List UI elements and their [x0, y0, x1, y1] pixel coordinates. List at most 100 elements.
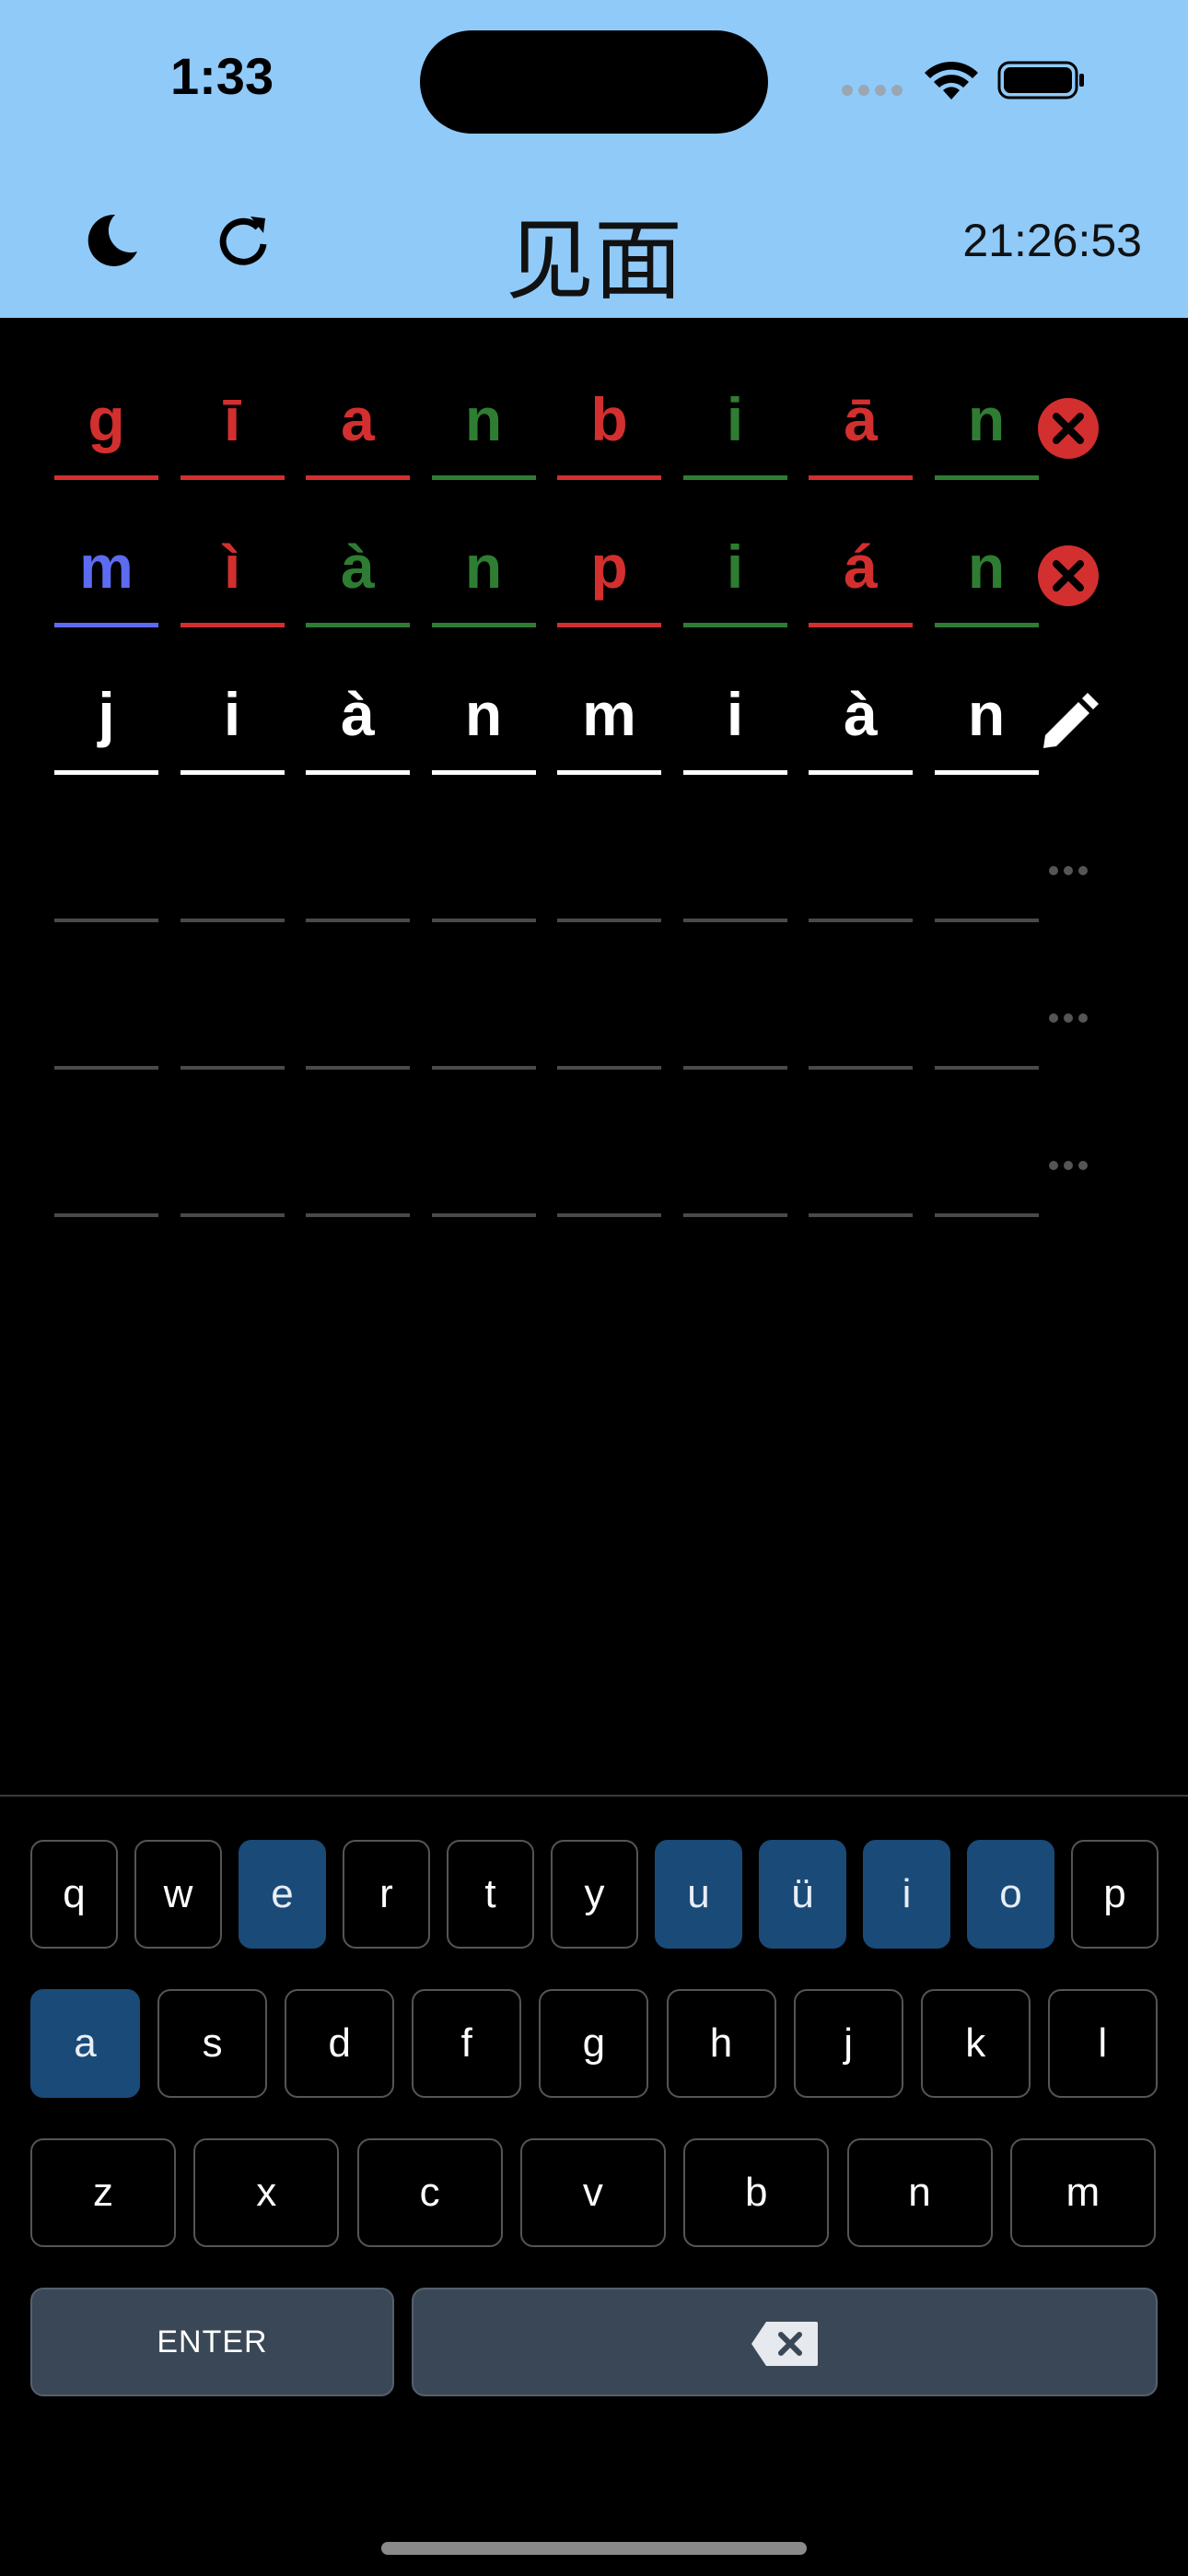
- key-f[interactable]: f: [412, 1989, 522, 2098]
- letter-cell: à: [306, 521, 410, 631]
- ellipsis-icon: [1029, 978, 1108, 1058]
- guess-row: [54, 815, 1141, 926]
- letter-cell: b: [557, 373, 661, 484]
- key-d[interactable]: d: [285, 1989, 395, 2098]
- letter-cell: [54, 1110, 158, 1221]
- letter-underline: [682, 1066, 787, 1070]
- guess-row: [54, 963, 1141, 1073]
- letter-underline: [809, 919, 913, 922]
- letter-underline: [431, 623, 536, 627]
- letter-underline: [557, 919, 661, 922]
- key-ü[interactable]: ü: [759, 1840, 846, 1949]
- key-t[interactable]: t: [447, 1840, 534, 1949]
- letter-cell: p: [557, 521, 661, 631]
- letter-text: g: [87, 385, 125, 453]
- letter-cell: [682, 963, 787, 1073]
- letter-cell: i: [682, 668, 787, 779]
- key-z[interactable]: z: [30, 2138, 176, 2247]
- letter-cell: i: [682, 521, 787, 631]
- dynamic-island: [420, 30, 768, 134]
- key-v[interactable]: v: [519, 2138, 666, 2247]
- key-u[interactable]: u: [655, 1840, 742, 1949]
- key-p[interactable]: p: [1071, 1840, 1159, 1949]
- letter-underline: [934, 1066, 1039, 1070]
- backspace-button[interactable]: [412, 2288, 1158, 2396]
- letter-underline: [809, 475, 913, 480]
- letter-text: b: [590, 385, 628, 453]
- letter-underline: [431, 770, 536, 775]
- ellipsis-icon: [1029, 1126, 1108, 1205]
- home-indicator[interactable]: [381, 2542, 807, 2555]
- key-h[interactable]: h: [666, 1989, 776, 2098]
- letter-cell: n: [934, 521, 1039, 631]
- letter-cell: [682, 815, 787, 926]
- letter-text: n: [967, 533, 1006, 601]
- letter-text: ā: [844, 385, 878, 453]
- key-o[interactable]: o: [967, 1840, 1054, 1949]
- letter-underline: [180, 1066, 285, 1070]
- letter-underline: [557, 770, 661, 775]
- letter-underline: [180, 919, 285, 922]
- letter-cell: j: [54, 668, 158, 779]
- letter-text: à: [844, 680, 878, 748]
- key-g[interactable]: g: [539, 1989, 649, 2098]
- letter-text: n: [464, 385, 503, 453]
- letter-cell: n: [431, 668, 536, 779]
- letter-text: à: [341, 533, 375, 601]
- x-circle-icon[interactable]: [1029, 389, 1108, 468]
- letter-cell: [180, 963, 285, 1073]
- guess-row: gīanbiān: [54, 373, 1141, 484]
- key-c[interactable]: c: [356, 2138, 503, 2247]
- letter-text: m: [79, 533, 134, 601]
- key-w[interactable]: w: [134, 1840, 222, 1949]
- key-e[interactable]: e: [239, 1840, 326, 1949]
- key-n[interactable]: n: [846, 2138, 993, 2247]
- key-m[interactable]: m: [1009, 2138, 1156, 2247]
- key-j[interactable]: j: [793, 1989, 903, 2098]
- letter-text: á: [844, 533, 878, 601]
- key-y[interactable]: y: [551, 1840, 638, 1949]
- letter-underline: [809, 770, 913, 775]
- letter-cell: [180, 1110, 285, 1221]
- key-r[interactable]: r: [343, 1840, 430, 1949]
- letter-text: i: [726, 385, 744, 453]
- key-b[interactable]: b: [683, 2138, 830, 2247]
- key-l[interactable]: l: [1047, 1989, 1158, 2098]
- letter-text: ì: [223, 533, 241, 601]
- letter-underline: [934, 919, 1039, 922]
- key-i[interactable]: i: [863, 1840, 950, 1949]
- letter-cell: a: [306, 373, 410, 484]
- letter-underline: [809, 1066, 913, 1070]
- letter-cell: [809, 963, 913, 1073]
- key-k[interactable]: k: [920, 1989, 1031, 2098]
- letter-text: n: [967, 680, 1006, 748]
- letter-cell: ā: [809, 373, 913, 484]
- x-circle-icon[interactable]: [1029, 536, 1108, 615]
- letter-cell: á: [809, 521, 913, 631]
- pencil-icon[interactable]: [1029, 684, 1108, 763]
- letter-text: p: [590, 533, 628, 601]
- letter-underline: [180, 1213, 285, 1217]
- letter-cell: [809, 1110, 913, 1221]
- letter-cell: [54, 963, 158, 1073]
- letter-underline: [54, 475, 158, 480]
- letter-underline: [54, 1066, 158, 1070]
- signal-icon: [842, 85, 903, 96]
- letter-underline: [431, 1213, 536, 1217]
- key-x[interactable]: x: [193, 2138, 340, 2247]
- letter-text: m: [582, 680, 636, 748]
- letter-text: i: [726, 533, 744, 601]
- key-q[interactable]: q: [30, 1840, 118, 1949]
- letter-cell: m: [54, 521, 158, 631]
- letter-underline: [934, 475, 1039, 480]
- key-a[interactable]: a: [30, 1989, 140, 2098]
- battery-icon: [997, 61, 1084, 100]
- letter-text: i: [223, 680, 241, 748]
- key-s[interactable]: s: [157, 1989, 268, 2098]
- letter-cell: à: [809, 668, 913, 779]
- letter-cell: n: [934, 373, 1039, 484]
- letter-underline: [431, 1066, 536, 1070]
- enter-button[interactable]: ENTER: [30, 2288, 394, 2396]
- letter-cell: [934, 1110, 1039, 1221]
- letter-cell: [431, 963, 536, 1073]
